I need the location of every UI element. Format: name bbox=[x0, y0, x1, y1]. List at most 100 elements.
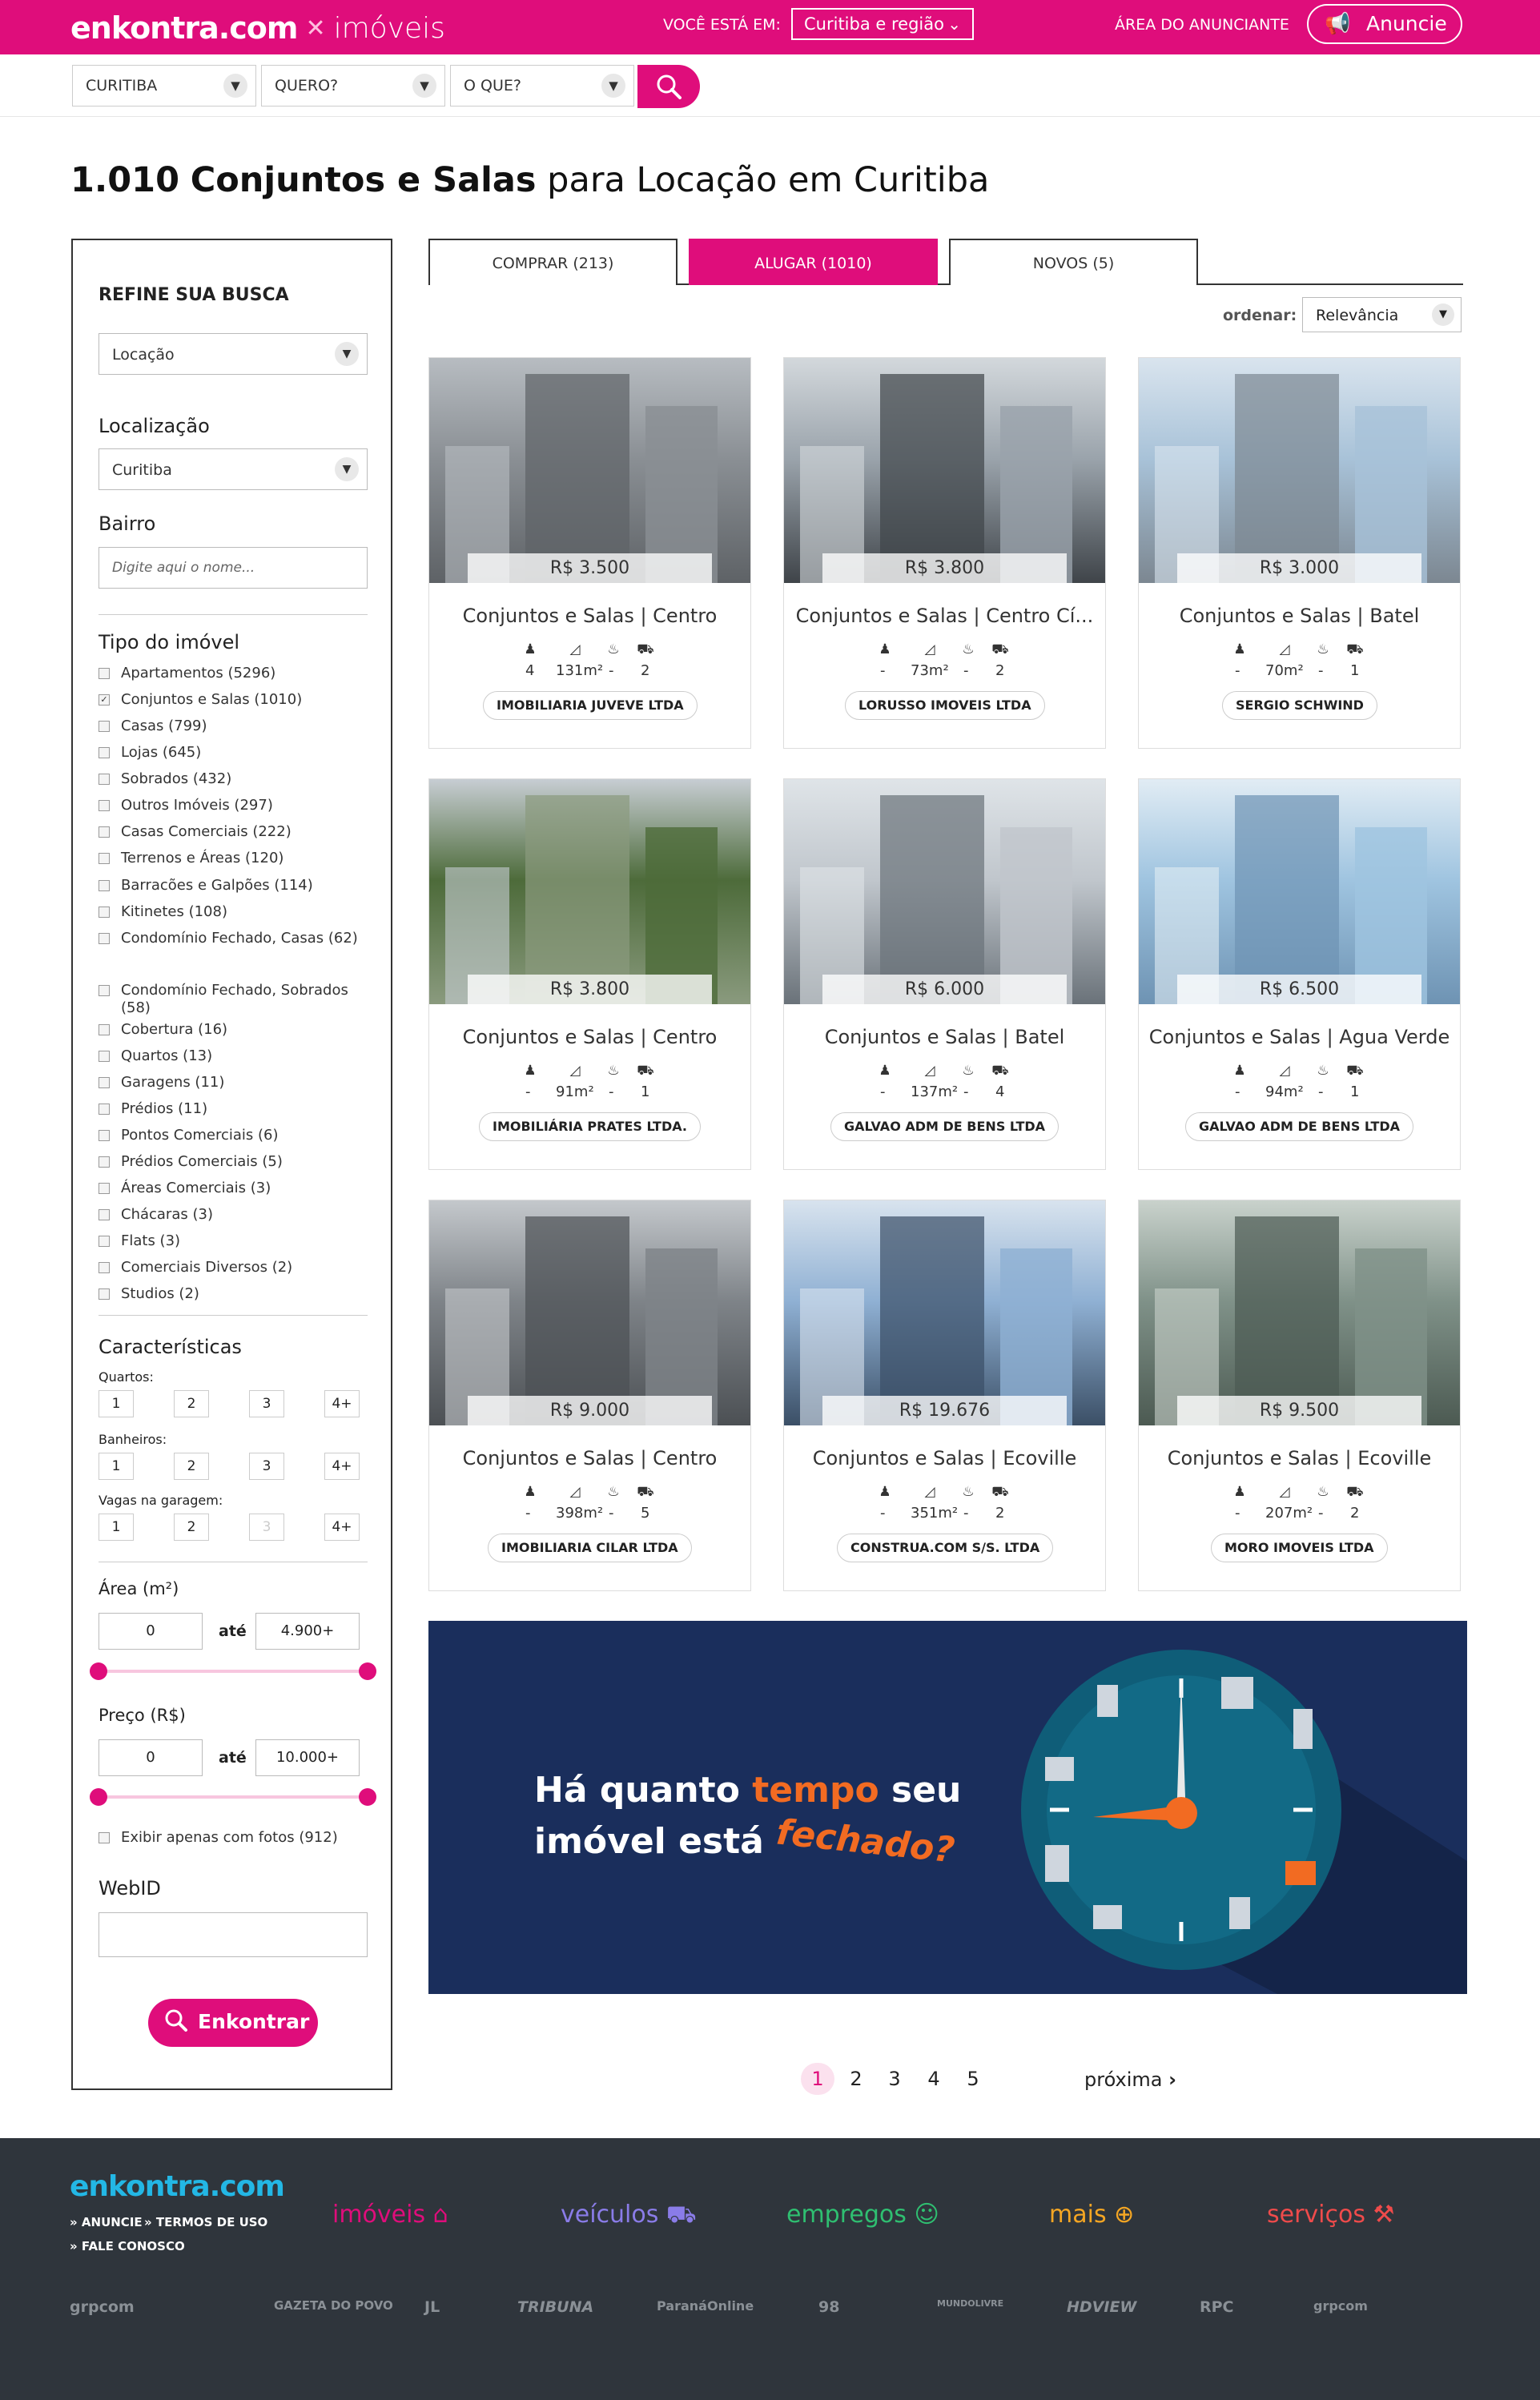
checkbox[interactable] bbox=[99, 1156, 110, 1168]
want-select[interactable]: QUERO? ▼ bbox=[261, 65, 445, 107]
tab-novos[interactable]: NOVOS (5) bbox=[949, 239, 1198, 285]
type-checkbox[interactable]: Terrenos e Áreas (120) bbox=[99, 850, 368, 867]
checkbox[interactable] bbox=[99, 747, 110, 758]
listing-photo[interactable] bbox=[784, 1200, 1105, 1425]
type-checkbox[interactable]: Prédios (11) bbox=[99, 1100, 368, 1118]
listing-title[interactable]: Conjuntos e Salas | Batel bbox=[1147, 605, 1452, 627]
footer-cat-imoveis[interactable]: imóveis ⌂ bbox=[332, 2201, 448, 2229]
region-select[interactable]: Curitiba e região ⌄ bbox=[791, 8, 974, 40]
banheiros-opt-3[interactable]: 3 bbox=[249, 1453, 284, 1480]
type-checkbox[interactable]: Lojas (645) bbox=[99, 744, 368, 762]
mode-select[interactable]: Locação ▼ bbox=[99, 333, 368, 375]
search-button[interactable] bbox=[637, 65, 700, 108]
footer-cat-servicos[interactable]: serviços ⚒ bbox=[1267, 2201, 1394, 2229]
listing-card[interactable]: R$ 9.000 Conjuntos e Salas | Centro ♟ ◿ ♨ ⛟ -3… bbox=[428, 1200, 751, 1591]
checkbox[interactable] bbox=[99, 1104, 110, 1115]
partner-logo[interactable]: GAZETA DO POVO bbox=[274, 2298, 393, 2313]
slider-max-handle[interactable] bbox=[359, 1788, 376, 1806]
partner-logo[interactable]: MUNDOLIVRE bbox=[937, 2298, 1003, 2309]
checkbox[interactable] bbox=[99, 1130, 110, 1141]
listing-photo[interactable] bbox=[1139, 779, 1460, 1004]
type-checkbox[interactable]: Comerciais Diversos (2) bbox=[99, 1259, 368, 1276]
type-checkbox[interactable]: Apartamentos (5296) bbox=[99, 665, 368, 682]
quartos-opt-3[interactable]: 3 bbox=[249, 1390, 284, 1417]
listing-card[interactable]: R$ 3.500 Conjuntos e Salas | Centro ♟ ◿ ♨ ⛟ 4 1… bbox=[428, 357, 751, 749]
page-link[interactable]: 2 bbox=[839, 2063, 873, 2095]
partner-logo[interactable]: grpcom bbox=[70, 2298, 135, 2316]
price-max-input[interactable]: 10.000+ bbox=[255, 1739, 360, 1776]
checkbox[interactable] bbox=[99, 985, 110, 996]
price-slider[interactable] bbox=[90, 1787, 376, 1807]
listing-title[interactable]: Conjuntos e Salas | Agua Verde bbox=[1147, 1026, 1452, 1048]
listing-photo[interactable] bbox=[429, 358, 750, 583]
listing-card[interactable]: R$ 6.000 Conjuntos e Salas | Batel ♟ ◿ ♨ ⛟ -13… bbox=[783, 778, 1106, 1170]
agent-badge[interactable]: LORUSSO IMOVEIS LTDA bbox=[845, 691, 1045, 720]
listing-photo[interactable] bbox=[429, 779, 750, 1004]
bairro-input[interactable]: Digite aqui o nome... bbox=[99, 547, 368, 589]
listing-photo[interactable] bbox=[1139, 358, 1460, 583]
type-checkbox[interactable]: Casas (799) bbox=[99, 718, 368, 735]
slider-max-handle[interactable] bbox=[359, 1662, 376, 1680]
type-checkbox[interactable]: Quartos (13) bbox=[99, 1047, 368, 1065]
enkontrar-button[interactable]: Enkontrar bbox=[148, 1999, 318, 2047]
listing-card[interactable]: R$ 3.000 Conjuntos e Salas | Batel ♟ ◿ ♨ ⛟ -70… bbox=[1138, 357, 1461, 749]
promo-banner[interactable]: Há quanto tempo seu imóvel está fechado? bbox=[428, 1621, 1467, 1994]
type-checkbox[interactable]: Áreas Comerciais (3) bbox=[99, 1180, 368, 1197]
type-checkbox[interactable]: Pontos Comerciais (6) bbox=[99, 1127, 368, 1144]
listing-title[interactable]: Conjuntos e Salas | Ecoville bbox=[1147, 1447, 1452, 1469]
partner-logo[interactable]: HDVIEW bbox=[1067, 2298, 1136, 2316]
listing-title[interactable]: Conjuntos e Salas | Centro bbox=[437, 605, 742, 627]
tab-alugar[interactable]: ALUGAR (1010) bbox=[689, 239, 938, 285]
page-link[interactable]: 1 bbox=[801, 2063, 834, 2095]
checkbox[interactable] bbox=[99, 880, 110, 891]
checkbox[interactable] bbox=[99, 1832, 110, 1843]
agent-badge[interactable]: MORO IMOVEIS LTDA bbox=[1211, 1534, 1388, 1562]
footer-cat-mais[interactable]: mais ⊕ bbox=[1049, 2201, 1134, 2229]
agent-badge[interactable]: SERGIO SCHWIND bbox=[1222, 691, 1377, 720]
checkbox[interactable] bbox=[99, 1077, 110, 1088]
site-logo[interactable]: enkontra.com ✕ imóveis bbox=[70, 8, 445, 48]
listing-photo[interactable] bbox=[1139, 1200, 1460, 1425]
listing-card[interactable]: R$ 6.500 Conjuntos e Salas | Agua Verde ♟ ◿… bbox=[1138, 778, 1461, 1170]
checkbox[interactable] bbox=[99, 1209, 110, 1220]
type-checkbox[interactable]: ✓ Conjuntos e Salas (1010) bbox=[99, 691, 368, 709]
tab-comprar[interactable]: COMPRAR (213) bbox=[428, 239, 678, 285]
banheiros-opt-2[interactable]: 2 bbox=[174, 1453, 209, 1480]
type-checkbox[interactable]: Cobertura (16) bbox=[99, 1021, 368, 1039]
agent-badge[interactable]: IMOBILIARIA JUVEVE LTDA bbox=[483, 691, 698, 720]
checkbox[interactable] bbox=[99, 774, 110, 785]
listing-title[interactable]: Conjuntos e Salas | Batel bbox=[792, 1026, 1097, 1048]
type-checkbox[interactable]: Garagens (11) bbox=[99, 1074, 368, 1091]
city-select[interactable]: CURITIBA ▼ bbox=[72, 65, 256, 107]
order-select[interactable]: Relevância ▼ bbox=[1302, 297, 1462, 332]
type-checkbox[interactable]: Kitinetes (108) bbox=[99, 903, 368, 921]
checkbox[interactable] bbox=[99, 853, 110, 864]
checkbox[interactable] bbox=[99, 907, 110, 918]
footer-link-fale[interactable]: » FALE CONOSCO bbox=[70, 2239, 185, 2253]
partner-logo[interactable]: grpcom bbox=[1313, 2298, 1368, 2314]
type-checkbox[interactable]: Casas Comerciais (222) bbox=[99, 823, 368, 841]
checkbox[interactable] bbox=[99, 800, 110, 811]
type-checkbox[interactable]: Sobrados (432) bbox=[99, 770, 368, 788]
type-checkbox[interactable]: Chácaras (3) bbox=[99, 1206, 368, 1224]
area-min-input[interactable]: 0 bbox=[99, 1613, 203, 1650]
footer-link-termos[interactable]: » TERMOS DE USO bbox=[144, 2215, 267, 2229]
banheiros-opt-4[interactable]: 4+ bbox=[324, 1453, 360, 1480]
vagas-opt-2[interactable]: 2 bbox=[174, 1514, 209, 1541]
quartos-opt-4[interactable]: 4+ bbox=[324, 1390, 360, 1417]
quartos-opt-2[interactable]: 2 bbox=[174, 1390, 209, 1417]
checkbox[interactable] bbox=[99, 1288, 110, 1300]
partner-logo[interactable]: RPC bbox=[1200, 2298, 1234, 2316]
advertiser-area-link[interactable]: ÁREA DO ANUNCIANTE bbox=[1115, 16, 1289, 34]
checkbox-checked[interactable]: ✓ bbox=[99, 694, 110, 706]
listing-photo[interactable] bbox=[784, 779, 1105, 1004]
checkbox[interactable] bbox=[99, 1024, 110, 1035]
partner-logo[interactable]: JL bbox=[424, 2298, 440, 2316]
listing-card[interactable]: R$ 3.800 Conjuntos e Salas | Centro ♟ ◿ ♨ ⛟ -9… bbox=[428, 778, 751, 1170]
area-slider[interactable] bbox=[90, 1662, 376, 1681]
listing-photo[interactable] bbox=[429, 1200, 750, 1425]
vagas-opt-4[interactable]: 4+ bbox=[324, 1514, 360, 1541]
listing-title[interactable]: Conjuntos e Salas | Centro Cí... bbox=[792, 605, 1097, 627]
type-checkbox[interactable]: Studios (2) bbox=[99, 1285, 368, 1303]
price-min-input[interactable]: 0 bbox=[99, 1739, 203, 1776]
